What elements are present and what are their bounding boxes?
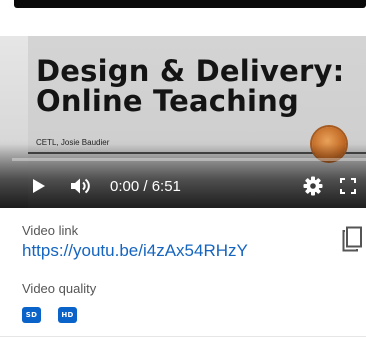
slide-title: Design & Delivery: Online Teaching	[36, 56, 344, 116]
video-info-panel: Video link https://youtu.be/i4zAx54RHzY …	[0, 208, 366, 342]
fullscreen-icon	[340, 178, 356, 194]
volume-icon	[71, 178, 90, 194]
copy-button[interactable]	[341, 226, 363, 252]
quality-sd-button[interactable]: SD	[22, 307, 41, 323]
slide-title-line2: Online Teaching	[36, 84, 299, 118]
video-url-link[interactable]: https://youtu.be/i4zAx54RHzY	[22, 241, 248, 261]
top-bar	[14, 0, 366, 8]
settings-button[interactable]	[303, 176, 323, 196]
time-display: 0:00 / 6:51	[110, 178, 181, 195]
video-link-label: Video link	[22, 223, 79, 238]
bottom-divider	[0, 336, 366, 337]
fullscreen-button[interactable]	[340, 178, 356, 194]
slide-title-line1: Design & Delivery:	[36, 54, 345, 88]
video-quality-label: Video quality	[22, 281, 97, 296]
play-button[interactable]	[32, 178, 46, 194]
copy-icon	[342, 226, 362, 252]
play-icon	[33, 179, 45, 193]
quality-hd-button[interactable]: HD	[58, 307, 77, 323]
progress-bar[interactable]	[12, 158, 366, 161]
gear-icon	[303, 176, 323, 196]
volume-button[interactable]	[70, 177, 92, 195]
video-player[interactable]: Design & Delivery: Online Teaching CETL,…	[0, 36, 366, 208]
